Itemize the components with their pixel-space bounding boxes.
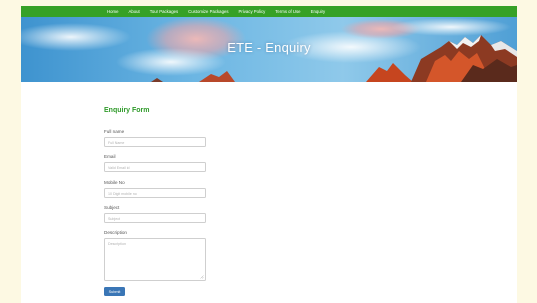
description-placeholder: Description — [108, 241, 126, 246]
top-navbar: Home About Tour Packages Customize Packa… — [21, 6, 517, 17]
resize-handle-icon[interactable] — [200, 275, 204, 279]
subject-input[interactable]: Subject — [104, 213, 206, 223]
page-title: ETE - Enquiry — [227, 40, 311, 55]
hero-banner: ETE - Enquiry — [21, 17, 517, 82]
nav-item-about[interactable]: About — [128, 9, 139, 14]
email-label: Email — [104, 154, 116, 159]
description-textarea[interactable]: Description — [104, 238, 206, 281]
mobile-label: Mobile No — [104, 180, 125, 185]
page-frame: Home About Tour Packages Customize Packa… — [21, 6, 517, 303]
nav-menu: Home About Tour Packages Customize Packa… — [107, 6, 335, 17]
full-name-label: Full name — [104, 129, 125, 134]
form-title: Enquiry Form — [104, 107, 150, 114]
nav-item-terms-of-use[interactable]: Terms of Use — [275, 9, 300, 14]
subject-label: Subject — [104, 205, 120, 210]
nav-item-tour-packages[interactable]: Tour Packages — [150, 9, 178, 14]
mobile-input[interactable]: 10 Digit mobile no — [104, 188, 206, 198]
submit-button[interactable]: Submit — [104, 287, 125, 296]
description-label: Description — [104, 230, 127, 235]
nav-item-privacy-policy[interactable]: Privacy Policy — [239, 9, 266, 14]
email-input[interactable]: Valid Email id — [104, 162, 206, 172]
nav-item-home[interactable]: Home — [107, 9, 118, 14]
nav-item-customize-packages[interactable]: Customize Packages — [188, 9, 228, 14]
nav-item-enquiry[interactable]: Enquiry — [311, 9, 326, 14]
full-name-input[interactable]: Full Name — [104, 137, 206, 147]
